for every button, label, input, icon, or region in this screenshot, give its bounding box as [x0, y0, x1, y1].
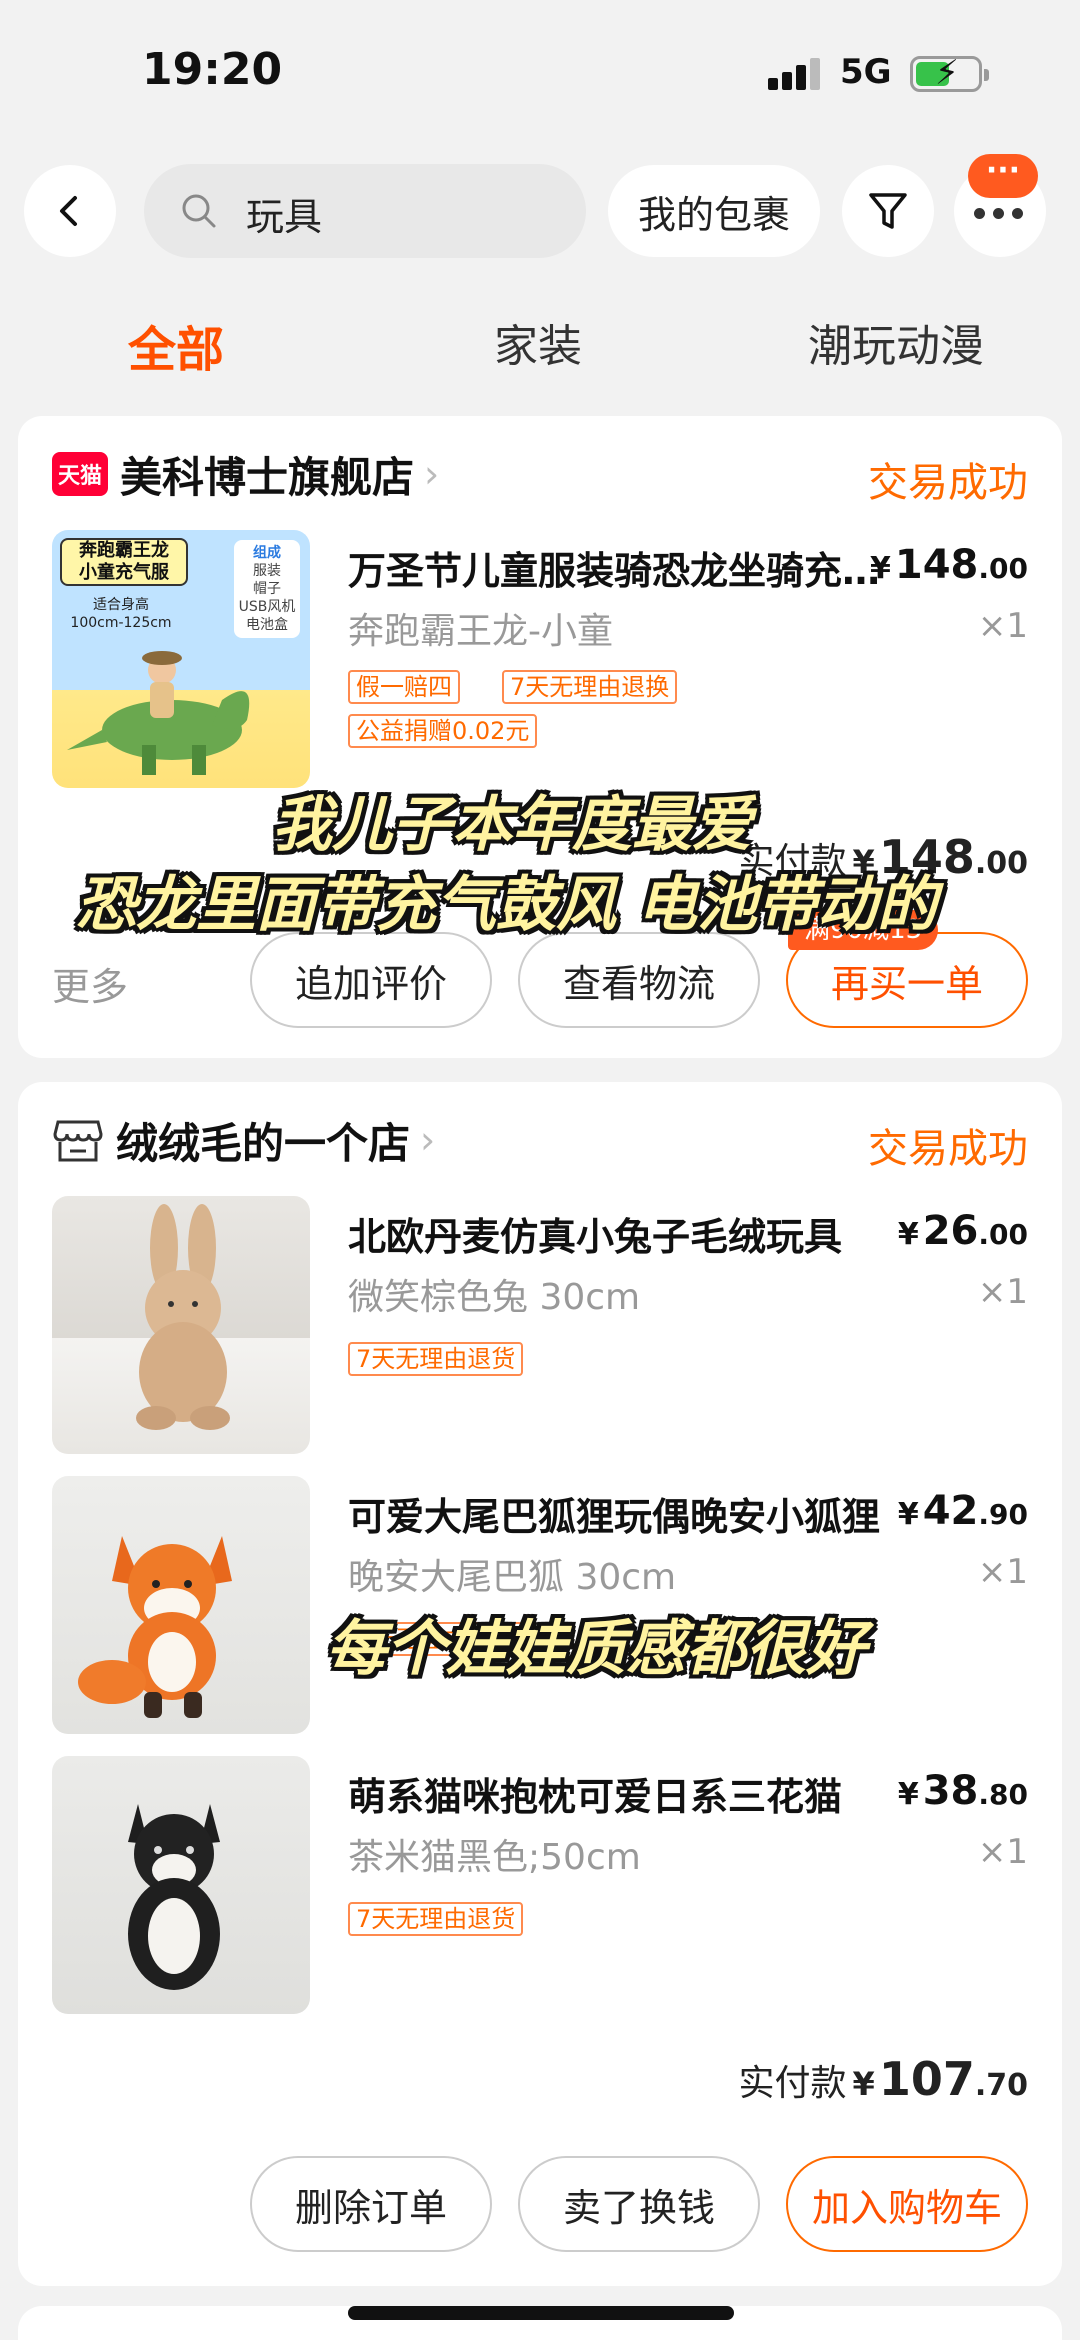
price-int: 148	[894, 542, 979, 588]
dinosaur-illustration	[67, 651, 250, 775]
price-dec: .80	[978, 1778, 1028, 1811]
thumb-text-line: 服装	[253, 563, 281, 579]
chevron-right-icon: ›	[420, 1118, 436, 1162]
thumb-text-line: 小童充气服	[79, 562, 169, 583]
currency-symbol: ¥	[870, 551, 891, 586]
subtitle-line: 恐龙里面带充气鼓风 电池带动的	[76, 870, 937, 940]
filter-icon	[869, 193, 907, 229]
message-badge: ···	[968, 154, 1038, 198]
price-int: 38	[922, 1768, 979, 1814]
tmall-badge-text: 天猫	[57, 464, 102, 489]
item-qty: ×1	[977, 1832, 1028, 1872]
item-price: ¥38.80	[898, 1768, 1028, 1814]
item-title: 北欧丹麦仿真小兔子毛绒玩具	[348, 1215, 843, 1259]
item-qty: ×1	[977, 1272, 1028, 1312]
service-tag: 假一赔四	[348, 670, 460, 704]
search-input[interactable]: 玩具	[144, 164, 586, 258]
product-image-fox	[52, 1476, 310, 1734]
item-spec: 微笑棕色兔 30cm	[348, 1277, 641, 1318]
item-spec: 晚安大尾巴狐 30cm	[348, 1557, 677, 1598]
shop-header[interactable]: 绒绒毛的一个店 ›	[52, 1110, 435, 1170]
store-icon	[53, 1120, 103, 1162]
thumb-text-line: 奔跑霸王龙	[79, 540, 169, 561]
currency-symbol: ¥	[852, 2065, 875, 2103]
item-title: 可爱大尾巴狐狸玩偶晚安小狐狸	[348, 1495, 881, 1539]
item-title: 万圣节儿童服装骑恐龙坐骑充气服	[348, 549, 888, 593]
item-price: ¥26.00	[898, 1208, 1028, 1254]
item-spec: 奔跑霸王龙-小童	[348, 611, 613, 652]
tab-all[interactable]: 全部	[128, 310, 224, 380]
order-item[interactable]: 奔跑霸王龙 小童充气服 适合身高 100cm-125cm 组成 服装 帽子 US…	[52, 530, 1028, 790]
more-link[interactable]: 更多	[52, 956, 128, 1011]
signal-icon	[768, 58, 822, 90]
resell-button[interactable]: 卖了换钱	[518, 2156, 760, 2252]
item-price: ¥42.90	[898, 1488, 1028, 1534]
battery-icon: ⚡	[910, 53, 989, 93]
order-status: 交易成功	[868, 1126, 1028, 1172]
item-spec: 茶米猫黑色;50cm	[348, 1837, 641, 1878]
currency-symbol: ¥	[897, 1497, 919, 1532]
tmall-logo-icon: 天猫	[52, 452, 108, 496]
order-item[interactable]: 北欧丹麦仿真小兔子毛绒玩具 微笑棕色兔 30cm ¥26.00 ×1 7天无理由…	[52, 1196, 1028, 1456]
status-time: 19:20	[142, 44, 283, 95]
service-tag: 公益捐赠0.02元	[348, 714, 538, 748]
home-indicator[interactable]	[348, 2306, 734, 2320]
price-int: 42	[922, 1488, 979, 1534]
service-tag: 7天无理由退货	[348, 1902, 524, 1936]
add-to-cart-button[interactable]: 加入购物车	[786, 2156, 1028, 2252]
service-tag: 7天无理由退换	[502, 670, 678, 704]
cat-illustration	[128, 1804, 220, 1990]
price-dec: .00	[978, 552, 1028, 585]
total-dec: .00	[974, 846, 1028, 881]
track-shipping-button[interactable]: 查看物流	[518, 932, 760, 1028]
subtitle-line: 每个娃娃质感都很好	[326, 1614, 866, 1684]
fox-illustration	[78, 1536, 232, 1718]
item-qty: ×1	[977, 606, 1028, 646]
thumb-text-line: USB风机	[238, 599, 296, 615]
thumb-text-line: 帽子	[253, 581, 281, 597]
back-button[interactable]	[24, 165, 116, 257]
shop-name: 绒绒毛的一个店	[116, 1118, 411, 1168]
product-image-rabbit	[52, 1196, 310, 1454]
add-review-button[interactable]: 追加评价	[250, 932, 492, 1028]
chevron-right-icon: ›	[424, 452, 440, 496]
order-item[interactable]: 萌系猫咪抱枕可爱日系三花猫 茶米猫黑色;50cm ¥38.80 ×1 7天无理由…	[52, 1756, 1028, 2016]
more-dots-icon	[974, 208, 1024, 220]
delete-order-button[interactable]: 删除订单	[250, 2156, 492, 2252]
category-tabs: 全部 家装 潮玩动漫	[0, 300, 1080, 380]
thumb-text-line: 适合身高	[93, 597, 149, 613]
price-dec: .00	[978, 1218, 1028, 1251]
search-icon	[182, 194, 216, 228]
status-bar: 19:20 5G ⚡	[0, 0, 1080, 150]
order-status: 交易成功	[868, 460, 1028, 506]
price-int: 26	[922, 1208, 979, 1254]
shop-header[interactable]: 天猫 美科博士旗舰店 ›	[52, 444, 439, 504]
chevron-left-icon	[60, 196, 77, 226]
item-price: ¥148.00	[870, 542, 1028, 588]
currency-symbol: ¥	[897, 1777, 919, 1812]
total-dec: .70	[974, 2068, 1028, 2103]
item-qty: ×1	[977, 1552, 1028, 1592]
total-int: 107	[878, 2052, 975, 2106]
subtitle-line: 我儿子本年度最爱	[272, 790, 752, 860]
product-image-dinosaur: 奔跑霸王龙 小童充气服 适合身高 100cm-125cm 组成 服装 帽子 US…	[52, 530, 310, 788]
service-tag: 7天无理由退货	[348, 1342, 524, 1376]
tab-home[interactable]: 家装	[494, 310, 582, 374]
currency-symbol: ¥	[897, 1217, 919, 1252]
search-query: 玩具	[246, 195, 323, 239]
order-total: 实付款 ¥107.70	[739, 2052, 1028, 2106]
shop-name: 美科博士旗舰店	[120, 452, 415, 502]
total-label: 实付款	[738, 2063, 847, 2104]
tab-toys-anime[interactable]: 潮玩动漫	[808, 310, 984, 374]
rabbit-illustration	[136, 1204, 230, 1430]
item-title: 萌系猫咪抱枕可爱日系三花猫	[348, 1775, 843, 1819]
thumb-text-line: 组成	[253, 545, 281, 561]
price-dec: .90	[978, 1498, 1028, 1531]
product-image-cat	[52, 1756, 310, 2014]
my-parcels-button[interactable]: 我的包裹	[608, 165, 820, 257]
order-card: 天猫 美科博士旗舰店 › 交易成功 奔跑霸王龙 小童充气服 适合身高 100cm…	[18, 416, 1062, 1058]
filter-button[interactable]	[842, 165, 934, 257]
network-type: 5G	[840, 52, 892, 92]
